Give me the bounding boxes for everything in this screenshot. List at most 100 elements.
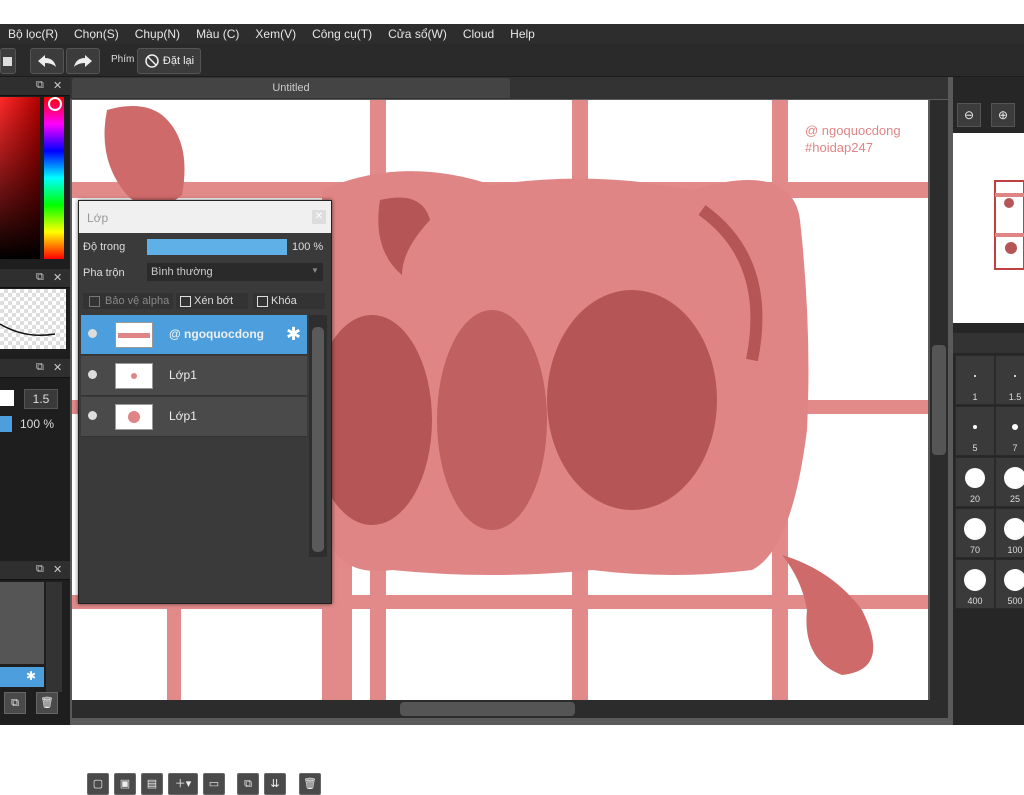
layer-panel-header: ⧉ ✕ bbox=[0, 561, 70, 580]
horizontal-scrollbar[interactable] bbox=[72, 700, 948, 718]
close-icon[interactable]: ✕ bbox=[53, 79, 62, 92]
add-layer-menu-icon[interactable]: ＋▾ bbox=[168, 773, 198, 795]
brush-size-cell[interactable]: 100 bbox=[995, 508, 1024, 558]
brush-dot-icon bbox=[964, 518, 986, 540]
brush-size-label: 500 bbox=[1007, 596, 1023, 606]
close-icon[interactable]: ✕ bbox=[53, 361, 62, 374]
folder-icon[interactable]: ▭ bbox=[203, 773, 225, 795]
undo-icon bbox=[38, 55, 56, 67]
trash-icon[interactable]: 🗑 bbox=[299, 773, 321, 795]
horizontal-scroll-thumb[interactable] bbox=[400, 702, 575, 716]
brush-dot-icon bbox=[964, 569, 986, 591]
eye-icon[interactable] bbox=[88, 411, 97, 420]
menu-filter[interactable]: Bộ lọc(R) bbox=[0, 27, 66, 41]
menu-tools[interactable]: Công cụ(T) bbox=[304, 27, 380, 41]
protect-alpha-checkbox[interactable]: Bảo vệ alpha bbox=[83, 293, 173, 309]
protect-alpha-label: Bảo vệ alpha bbox=[105, 295, 170, 307]
brush-size-cell[interactable]: 20 bbox=[955, 457, 995, 507]
clip-checkbox[interactable]: Xén bớt bbox=[176, 293, 248, 309]
layer-window: Lớp ✕ Độ trong 100 % Pha trộn Bình thườn… bbox=[78, 200, 332, 795]
layer-mini-scrollbar[interactable] bbox=[46, 582, 62, 692]
brush-dot-icon bbox=[974, 375, 976, 377]
blend-label: Pha trộn bbox=[83, 267, 125, 279]
new-layer-icon[interactable]: ▢ bbox=[87, 773, 109, 795]
gear-icon[interactable]: ✱ bbox=[26, 669, 36, 683]
menu-select[interactable]: Chọn(S) bbox=[66, 27, 127, 41]
close-icon[interactable]: ✕ bbox=[53, 563, 62, 576]
duplicate-icon[interactable]: ⧉ bbox=[4, 692, 26, 714]
brush-size-value[interactable]: 1.5 bbox=[24, 389, 58, 409]
gear-icon[interactable]: ✱ bbox=[286, 324, 301, 345]
brush-size-cell[interactable]: 1.5 bbox=[995, 355, 1024, 405]
layer-opacity-value: 100 % bbox=[292, 241, 324, 253]
menu-cloud[interactable]: Cloud bbox=[455, 27, 502, 41]
vertical-scroll-thumb[interactable] bbox=[932, 345, 946, 455]
new-halftone-layer-icon[interactable]: ▣ bbox=[114, 773, 136, 795]
brush-size-cell[interactable]: 70 bbox=[955, 508, 995, 558]
menu-window[interactable]: Cửa sổ(W) bbox=[380, 27, 455, 41]
layer-row[interactable]: Lớp1 bbox=[81, 356, 307, 396]
brush-dot-icon bbox=[1004, 569, 1024, 591]
close-icon[interactable]: ✕ bbox=[53, 271, 62, 284]
reset-button[interactable]: Đặt lại bbox=[137, 48, 201, 74]
brush-size-cell[interactable]: 7 bbox=[995, 406, 1024, 456]
brush-size-grid: 1 1.5 5 7 20 25 70 100 400 500 bbox=[955, 355, 1024, 615]
layer-thumbnail bbox=[115, 363, 153, 389]
menu-help[interactable]: Help bbox=[502, 27, 543, 41]
zoom-in-icon[interactable]: ⊕ bbox=[991, 103, 1015, 127]
layer-window-title: Lớp bbox=[87, 211, 109, 225]
brush-size-label: 400 bbox=[967, 596, 983, 606]
layer-row[interactable]: Lớp1 bbox=[81, 397, 307, 437]
checkbox-icon bbox=[180, 296, 191, 307]
tool-icon[interactable] bbox=[0, 48, 16, 74]
popout-icon[interactable]: ⧉ bbox=[36, 563, 44, 576]
hue-handle[interactable] bbox=[48, 97, 62, 111]
menu-bar: Bộ lọc(R) Chọn(S) Chụp(N) Màu (C) Xem(V)… bbox=[0, 24, 1024, 44]
menu-capture[interactable]: Chụp(N) bbox=[127, 27, 188, 41]
eye-icon[interactable] bbox=[88, 370, 97, 379]
duplicate-icon[interactable]: ⧉ bbox=[237, 773, 259, 795]
brush-size-bar[interactable] bbox=[0, 390, 14, 406]
edit-icon bbox=[3, 57, 12, 66]
tab-document[interactable]: Untitled bbox=[72, 78, 510, 98]
brush-size-label: 1.5 bbox=[1008, 392, 1022, 402]
redo-button[interactable] bbox=[66, 48, 100, 74]
layer-scroll-thumb[interactable] bbox=[312, 327, 324, 552]
vertical-scrollbar[interactable] bbox=[930, 100, 948, 700]
eye-icon[interactable] bbox=[88, 329, 97, 338]
brush-dot-icon bbox=[1012, 424, 1018, 430]
brush-preview-header: ⧉ ✕ bbox=[0, 269, 70, 288]
brush-size-cell[interactable]: 500 bbox=[995, 559, 1024, 609]
menu-color[interactable]: Màu (C) bbox=[188, 27, 247, 41]
brush-dot-icon bbox=[1004, 467, 1024, 489]
brush-size-cell[interactable]: 5 bbox=[955, 406, 995, 456]
opacity-bar[interactable] bbox=[0, 416, 12, 432]
popout-icon[interactable]: ⧉ bbox=[36, 271, 44, 284]
blend-mode-select[interactable]: Bình thường ▼ bbox=[147, 263, 323, 281]
hue-slider[interactable] bbox=[44, 97, 64, 259]
zoom-out-icon[interactable]: ⊖ bbox=[957, 103, 981, 127]
layer-window-titlebar[interactable]: Lớp ✕ bbox=[79, 201, 331, 233]
reset-label: Đặt lại bbox=[162, 55, 195, 67]
layer-row[interactable]: @ ngoquocdong ✱ bbox=[81, 315, 307, 355]
color-saturation-box[interactable] bbox=[0, 97, 40, 259]
popout-icon[interactable]: ⧉ bbox=[36, 79, 44, 92]
merge-icon[interactable]: ⇊ bbox=[264, 773, 286, 795]
brush-dot-icon bbox=[973, 425, 977, 429]
new-1bit-layer-icon[interactable]: ▤ bbox=[141, 773, 163, 795]
layer-name: Lớp1 bbox=[169, 409, 197, 423]
undo-button[interactable] bbox=[30, 48, 64, 74]
menu-view[interactable]: Xem(V) bbox=[247, 27, 304, 41]
layer-list-scrollbar[interactable] bbox=[309, 315, 327, 557]
trash-icon[interactable]: 🗑 bbox=[36, 692, 58, 714]
layer-mini-selected[interactable]: ✱ bbox=[0, 667, 44, 687]
brush-size-cell[interactable]: 400 bbox=[955, 559, 995, 609]
brush-size-cell[interactable]: 25 bbox=[995, 457, 1024, 507]
lock-checkbox[interactable]: Khóa bbox=[253, 293, 325, 309]
toolbar: Phím Đặt lại bbox=[0, 44, 1024, 77]
navigator-preview[interactable] bbox=[953, 133, 1024, 323]
brush-size-cell[interactable]: 1 bbox=[955, 355, 995, 405]
popout-icon[interactable]: ⧉ bbox=[36, 361, 44, 374]
layer-opacity-slider[interactable] bbox=[147, 239, 287, 255]
close-icon[interactable]: ✕ bbox=[312, 210, 326, 224]
